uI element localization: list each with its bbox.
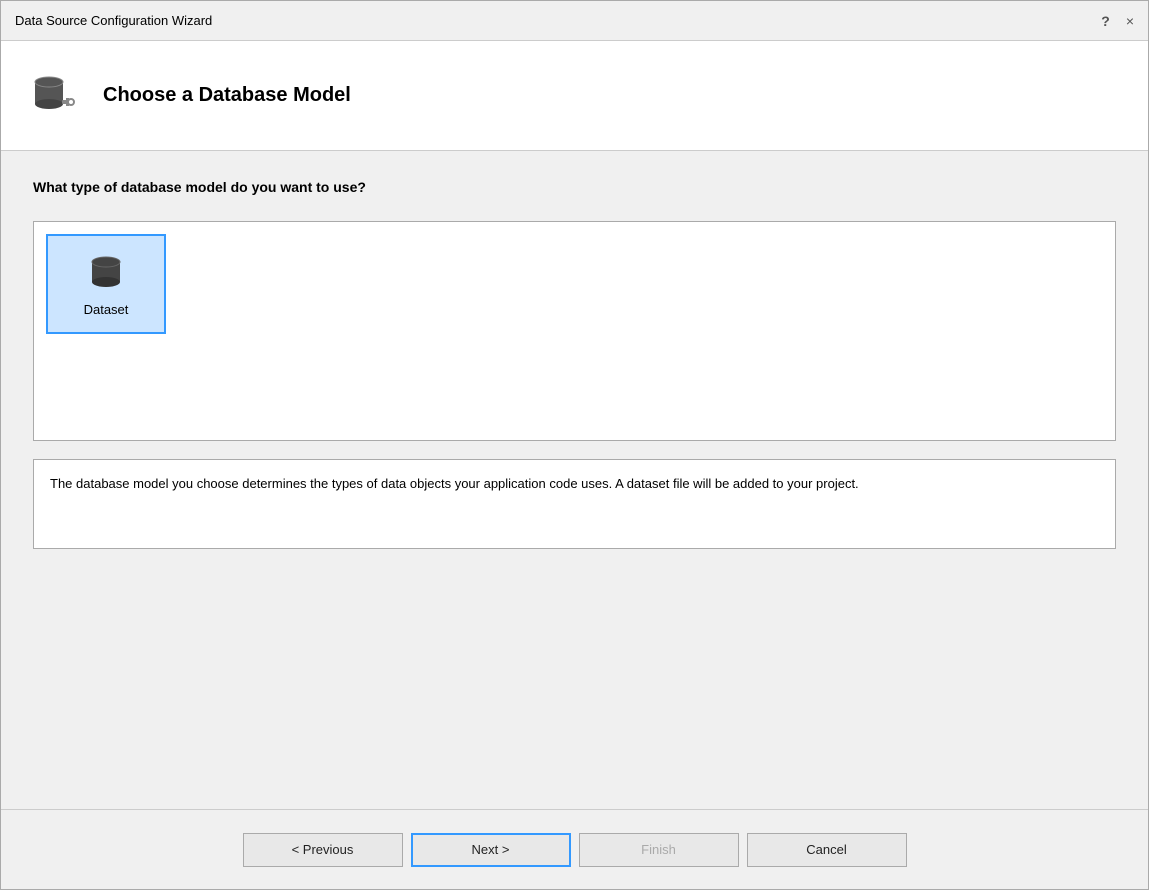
model-item-dataset[interactable]: Dataset	[46, 234, 166, 334]
finish-button: Finish	[579, 833, 739, 867]
header-section: Choose a Database Model	[1, 41, 1148, 151]
close-button[interactable]: ×	[1126, 14, 1134, 28]
dataset-icon	[84, 252, 128, 296]
model-selection-area[interactable]: Dataset	[33, 221, 1116, 441]
title-bar-controls: ? ×	[1101, 13, 1134, 29]
title-bar: Data Source Configuration Wizard ? ×	[1, 1, 1148, 41]
page-title: Choose a Database Model	[103, 84, 351, 107]
description-area: The database model you choose determines…	[33, 459, 1116, 549]
cancel-button[interactable]: Cancel	[747, 833, 907, 867]
title-bar-left: Data Source Configuration Wizard	[15, 13, 212, 28]
dialog-title: Data Source Configuration Wizard	[15, 13, 212, 28]
question-label: What type of database model do you want …	[33, 179, 1116, 195]
dialog-window: Data Source Configuration Wizard ? ×	[0, 0, 1149, 890]
database-plug-icon	[29, 70, 81, 122]
header-icon	[25, 66, 85, 126]
main-content: What type of database model do you want …	[1, 151, 1148, 809]
next-button[interactable]: Next >	[411, 833, 571, 867]
footer: < Previous Next > Finish Cancel	[1, 809, 1148, 889]
previous-button[interactable]: < Previous	[243, 833, 403, 867]
model-item-dataset-label: Dataset	[84, 302, 129, 317]
help-button[interactable]: ?	[1101, 13, 1110, 29]
description-text: The database model you choose determines…	[50, 474, 1099, 494]
